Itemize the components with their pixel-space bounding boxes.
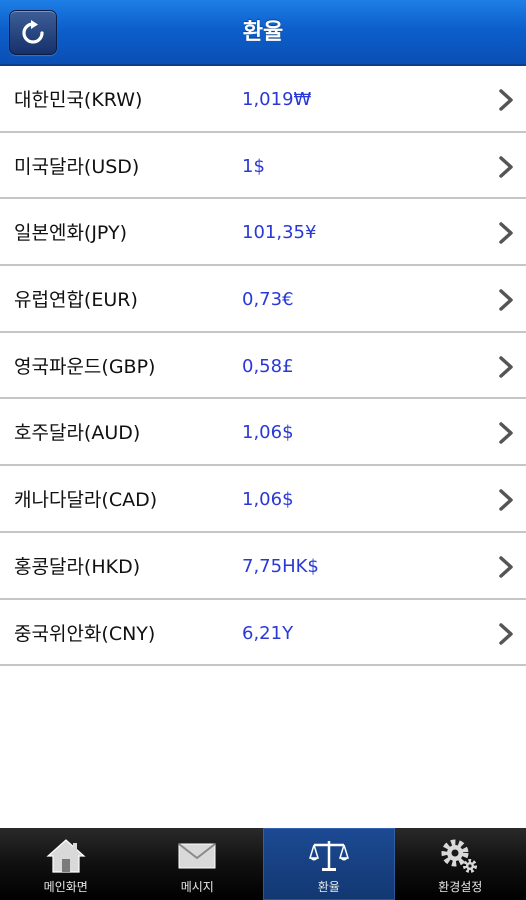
currency-name: 캐나다달라(CAD): [14, 489, 158, 512]
rate-row-hkd[interactable]: 홍콩달라(HKD) 7,75HK$: [0, 532, 526, 600]
currency-name: 중국위안화(CNY): [14, 622, 156, 645]
page-title: 환율: [242, 20, 284, 45]
chevron-right-icon: [499, 89, 513, 111]
tab-label: 환율: [317, 880, 340, 894]
chevron-right-icon: [499, 422, 513, 445]
currency-name: 일본엔화(JPY): [14, 222, 127, 245]
bottom-tab-bar: 메인화면 메시지 환율 환경설정: [0, 828, 526, 900]
rate-row-aud[interactable]: 호주달라(AUD) 1,06$: [0, 399, 526, 467]
tab-main[interactable]: 메인화면: [0, 828, 132, 900]
currency-name: 대한민국(KRW): [14, 89, 143, 111]
chevron-right-icon: [499, 356, 513, 378]
tab-label: 메인화면: [43, 880, 88, 894]
currency-rate: 1,06$: [242, 422, 294, 444]
chevron-right-icon: [499, 622, 513, 645]
scale-icon: [308, 841, 349, 871]
rate-row-cad[interactable]: 캐나다달라(CAD) 1,06$: [0, 466, 526, 533]
currency-name: 호주달라(AUD): [14, 422, 141, 445]
envelope-icon: [178, 843, 216, 869]
rate-row-jpy[interactable]: 일본엔화(JPY) 101,35¥: [0, 199, 526, 267]
chevron-right-icon: [499, 556, 513, 578]
tab-exchange[interactable]: 환율: [263, 828, 395, 900]
currency-rate: 7,75HK$: [242, 555, 319, 577]
currency-name: 유럽연합(EUR): [14, 289, 138, 312]
rate-row-usd[interactable]: 미국달라(USD) 1$: [0, 132, 526, 200]
tab-message[interactable]: 메시지: [132, 828, 264, 900]
home-icon: [46, 839, 86, 873]
refresh-button[interactable]: [9, 10, 57, 55]
rate-row-cny[interactable]: 중국위안화(CNY) 6,21Y: [0, 599, 526, 667]
currency-rate: 1,06$: [242, 489, 294, 511]
header-bar: 환율: [0, 0, 526, 66]
currency-rate: 1,019₩: [242, 89, 312, 110]
currency-name: 영국파운드(GBP): [14, 355, 156, 378]
rate-row-gbp[interactable]: 영국파운드(GBP) 0,58£: [0, 332, 526, 400]
exchange-rate-list: 대한민국(KRW) 1,019₩ 미국달라(USD) 1$ 일본엔화(JPY) …: [0, 66, 526, 667]
chevron-right-icon: [499, 289, 513, 311]
currency-name: 미국달라(USD): [14, 155, 140, 178]
currency-rate: 6,21Y: [242, 622, 294, 644]
tab-settings[interactable]: 환경설정: [395, 828, 526, 900]
currency-rate: 1$: [242, 155, 265, 177]
currency-rate: 0,73€: [242, 289, 294, 311]
tab-label: 환경설정: [438, 880, 483, 894]
currency-rate: 0,58£: [242, 355, 294, 377]
currency-name: 홍콩달라(HKD): [14, 555, 141, 578]
tab-label: 메시지: [180, 880, 214, 894]
gear-icon: [441, 839, 478, 873]
chevron-right-icon: [499, 489, 513, 511]
rate-row-eur[interactable]: 유럽연합(EUR) 0,73€: [0, 266, 526, 333]
currency-rate: 101,35¥: [242, 222, 317, 244]
chevron-right-icon: [499, 155, 513, 178]
chevron-right-icon: [499, 222, 513, 245]
rate-row-krw[interactable]: 대한민국(KRW) 1,019₩: [0, 66, 526, 133]
refresh-icon: [22, 19, 44, 44]
